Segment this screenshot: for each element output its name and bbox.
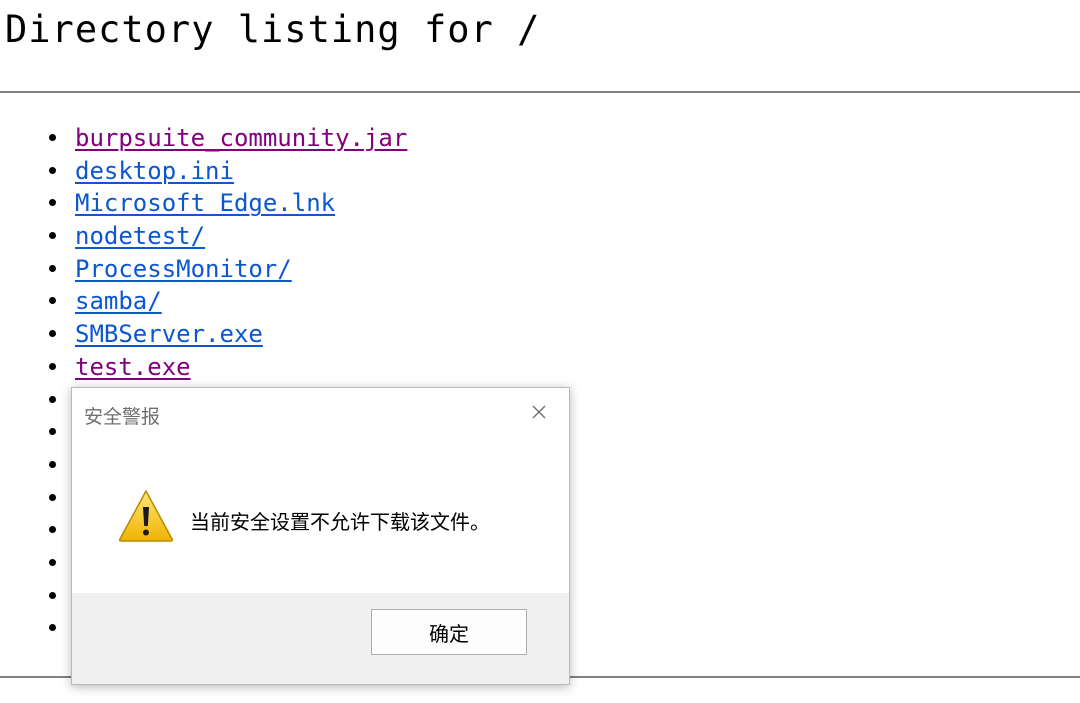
top-divider [0, 91, 1080, 93]
warning-icon [117, 488, 175, 544]
bullet-icon [49, 493, 56, 501]
file-link[interactable]: test.exe [75, 353, 191, 381]
ok-button[interactable]: 确定 [371, 609, 527, 655]
list-item: desktop.ini [0, 155, 407, 188]
bullet-icon [49, 526, 56, 534]
bullet-icon [49, 591, 56, 599]
bullet-icon [49, 199, 56, 207]
bullet-icon [49, 330, 56, 338]
bullet-icon [49, 166, 56, 174]
folder-link[interactable]: samba/ [75, 287, 162, 315]
file-link[interactable]: Microsoft Edge.lnk [75, 189, 335, 217]
list-item: burpsuite_community.jar [0, 122, 407, 155]
list-item: nodetest/ [0, 220, 407, 253]
bullet-icon [49, 362, 56, 370]
bullet-icon [49, 460, 56, 468]
folder-link[interactable]: nodetest/ [75, 222, 205, 250]
bullet-icon [49, 297, 56, 305]
dialog-title: 安全警报 [84, 406, 161, 428]
security-alert-dialog: 安全警报 当前安全设置不允许下载该文件。 确定 [71, 387, 570, 685]
file-link[interactable]: desktop.ini [75, 157, 234, 185]
dialog-body: 当前安全设置不允许下载该文件。 [72, 440, 569, 592]
dialog-footer: 确定 [72, 593, 569, 684]
bullet-icon [49, 624, 56, 632]
list-item: SMBServer.exe [0, 318, 407, 351]
file-link[interactable]: burpsuite_community.jar [75, 124, 407, 152]
close-icon[interactable] [525, 398, 553, 426]
bullet-icon [49, 428, 56, 436]
dialog-message: 当前安全设置不允许下载该文件。 [190, 510, 490, 534]
bullet-icon [49, 134, 56, 141]
file-link[interactable]: SMBServer.exe [75, 320, 263, 348]
bullet-icon [49, 395, 56, 403]
bullet-icon [49, 558, 56, 566]
page-title: Directory listing for / [5, 8, 541, 51]
bullet-icon [49, 232, 56, 240]
list-item: samba/ [0, 285, 407, 318]
list-item: Microsoft Edge.lnk [0, 187, 407, 220]
folder-link[interactable]: ProcessMonitor/ [75, 255, 292, 283]
list-item: ProcessMonitor/ [0, 253, 407, 286]
bullet-icon [49, 264, 56, 272]
list-item: test.exe [0, 351, 407, 384]
